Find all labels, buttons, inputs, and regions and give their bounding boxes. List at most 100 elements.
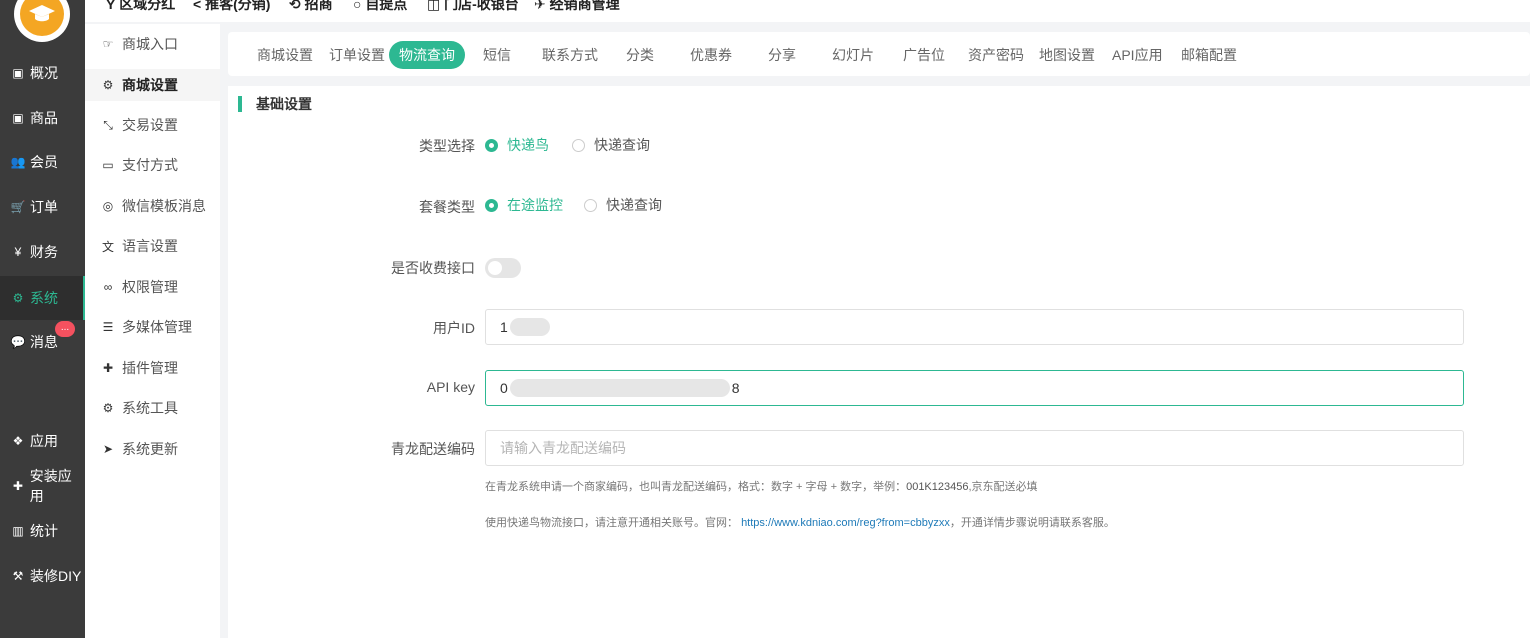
hint-text: ，开通详情步骤说明请联系客服。 — [949, 517, 1115, 529]
tab-logistics[interactable]: 物流查询 — [389, 41, 465, 69]
api-key-input[interactable]: 08 — [485, 370, 1464, 406]
radio-dot — [485, 198, 498, 212]
package-radio-in-transit[interactable]: 在途监控 — [485, 195, 563, 215]
gavel-icon: ⚒ — [12, 569, 24, 583]
mask-icon: ∞ — [103, 280, 113, 294]
sidebar-item-label: 消息 — [30, 334, 58, 350]
sidebar-item-overview[interactable]: ▣ 概况 — [0, 51, 85, 95]
tab-contact[interactable]: 联系方式 — [542, 41, 598, 69]
subside-item-tools[interactable]: ⚙ 系统工具 — [85, 392, 220, 424]
topnav-item-label: 推客(分销) — [205, 0, 271, 12]
list-icon: ☰ — [102, 320, 114, 334]
sidebar-item-goods[interactable]: ▣ 商品 — [0, 96, 85, 140]
radio-label: 快递查询 — [606, 197, 662, 213]
puzzle-icon: ✚ — [102, 361, 114, 375]
package-label: 套餐类型 — [419, 199, 475, 215]
hint-text: ,京东配送必填 — [968, 481, 1038, 493]
sidebar-item-diy[interactable]: ⚒ 装修DIY — [0, 554, 85, 598]
subside-item-label: 微信模板消息 — [122, 198, 206, 214]
user-id-value: 1 — [500, 319, 508, 335]
sidebar-item-finance[interactable]: ¥ 财务 — [0, 230, 85, 274]
sidebar-item-label: 会员 — [30, 154, 58, 170]
tab-email-config[interactable]: 邮箱配置 — [1181, 41, 1237, 69]
hint-text: 使用快递鸟物流接口，请注意开通相关账号。官网： — [485, 517, 738, 529]
kdniao-link[interactable]: https://www.kdniao.com/reg?from=cbbyzxx — [741, 517, 950, 529]
paid-api-label: 是否收费接口 — [391, 260, 475, 276]
tab-map-settings[interactable]: 地图设置 — [1039, 41, 1095, 69]
logo[interactable] — [14, 0, 70, 42]
hint-text: 在青龙系统申请一个商家编码，也叫青龙配送编码，格式：数字 + 字母 + 数字，举… — [485, 481, 907, 493]
subside-item-media[interactable]: ☰ 多媒体管理 — [85, 311, 220, 343]
hand-point-icon: ☞ — [102, 37, 114, 51]
toggle-knob — [488, 261, 502, 275]
sidebar-item-install-apps[interactable]: ✚ 安装应用 — [0, 464, 85, 508]
sidebar-item-members[interactable]: 👥 会员 — [0, 140, 85, 184]
box-icon: ▣ — [12, 111, 24, 125]
topnav-item-label: 经销商管理 — [549, 0, 620, 12]
subside-item-language[interactable]: 文语言设置 — [85, 230, 220, 262]
qinglong-code-input[interactable] — [485, 430, 1464, 466]
topnav-item-dealer[interactable]: ✈ 经销商管理 — [534, 0, 620, 14]
tab-asset-password[interactable]: 资产密码 — [968, 41, 1024, 69]
sidebar-item-apps[interactable]: ❖ 应用 — [0, 419, 85, 463]
section-title: 基础设置 — [238, 96, 312, 112]
redacted-blur — [509, 318, 550, 336]
gears-icon: ⚙ — [12, 291, 24, 305]
settings-sidebar: ☞ 商城入口 ⚙ 商城设置 ⤡ 交易设置 ▭ 支付方式 ◎ 微信模板消息 文语言设置 ∞ 权… — [85, 24, 220, 638]
main-sidebar: ▣ 概况 ▣ 商品 👥 会员 🛒 订单 ¥ 财务 ⚙ 系统 💬 消息 ... ❖ 应用 ✚ 安装应… — [0, 0, 85, 638]
tab-coupon[interactable]: 优惠券 — [690, 41, 732, 69]
subside-item-label: 商城设置 — [122, 77, 178, 93]
subside-item-update[interactable]: ➤ 系统更新 — [85, 433, 220, 465]
tab-share[interactable]: 分享 — [768, 41, 796, 69]
subside-item-label: 插件管理 — [122, 360, 178, 376]
tab-order-settings[interactable]: 订单设置 — [329, 41, 385, 69]
tab-api-apps[interactable]: API应用 — [1112, 41, 1163, 69]
subside-item-plugins[interactable]: ✚ 插件管理 — [85, 352, 220, 384]
paid-api-toggle[interactable] — [485, 258, 521, 278]
subside-item-mall-entry[interactable]: ☞ 商城入口 — [85, 28, 220, 60]
users-icon: 👥 — [10, 155, 26, 169]
puzzle-icon: ✚ — [12, 479, 23, 493]
api-key-label: API key — [426, 379, 475, 395]
package-radio-express-query[interactable]: 快递查询 — [584, 195, 662, 215]
settings-tabs: 商城设置 订单设置 物流查询 短信 联系方式 分类 优惠券 分享 幻灯片 广告位… — [228, 32, 1530, 76]
graduation-cap-icon — [20, 0, 64, 36]
sidebar-item-orders[interactable]: 🛒 订单 — [0, 185, 85, 229]
subside-item-permissions[interactable]: ∞ 权限管理 — [85, 271, 220, 303]
topnav-item-store-pos[interactable]: ◫ 门店-收银台 — [427, 0, 519, 14]
type-label: 类型选择 — [419, 138, 475, 154]
qinglong-hint: 在青龙系统申请一个商家编码，也叫青龙配送编码，格式：数字 + 字母 + 数字，举… — [485, 478, 1038, 494]
radio-label: 在途监控 — [507, 197, 563, 213]
subside-item-payment[interactable]: ▭ 支付方式 — [85, 149, 220, 181]
radio-dot — [584, 198, 597, 212]
tab-ad-position[interactable]: 广告位 — [903, 41, 945, 69]
topnav-item-label: 门店-收银台 — [444, 0, 519, 12]
user-id-input[interactable]: 1 — [485, 309, 1464, 345]
tab-mall-settings[interactable]: 商城设置 — [257, 41, 313, 69]
sidebar-item-label: 财务 — [30, 244, 58, 260]
radio-label: 快递鸟 — [507, 137, 549, 153]
sidebar-item-system[interactable]: ⚙ 系统 — [0, 276, 85, 320]
topnav-item-distribution[interactable]: < 推客(分销) — [193, 0, 270, 14]
gear-icon: ⚙ — [102, 401, 114, 415]
subside-item-trade-settings[interactable]: ⤡ 交易设置 — [85, 109, 220, 141]
cubes-icon: ❖ — [12, 434, 24, 448]
top-nav: Ÿ 区域分红 < 推客(分销) ⟲ 招商 ○ 自提点 ◫ 门店-收银台 ✈ 经销… — [85, 0, 1530, 22]
tab-slideshow[interactable]: 幻灯片 — [832, 41, 874, 69]
subside-item-wechat-template[interactable]: ◎ 微信模板消息 — [85, 190, 220, 222]
tab-category[interactable]: 分类 — [626, 41, 654, 69]
tab-sms[interactable]: 短信 — [483, 41, 511, 69]
topnav-item-region-bonus[interactable]: Ÿ 区域分红 — [106, 0, 175, 14]
subside-item-label: 交易设置 — [122, 117, 178, 133]
topnav-item-merchant[interactable]: ⟲ 招商 — [289, 0, 333, 14]
sidebar-item-label: 安装应用 — [29, 468, 72, 504]
subside-item-mall-settings[interactable]: ⚙ 商城设置 — [85, 69, 220, 101]
type-radio-kdniao[interactable]: 快递鸟 — [485, 135, 549, 155]
kdniao-hint: 使用快递鸟物流接口，请注意开通相关账号。官网： https://www.kdni… — [485, 514, 1115, 530]
topnav-item-pickup[interactable]: ○ 自提点 — [353, 0, 407, 14]
type-radio-express-query[interactable]: 快递查询 — [572, 135, 650, 155]
compress-icon: ⤡ — [103, 117, 113, 132]
subside-item-label: 语言设置 — [122, 238, 178, 254]
sidebar-item-stats[interactable]: ▥ 统计 — [0, 509, 85, 553]
user-id-label: 用户ID — [433, 320, 475, 336]
